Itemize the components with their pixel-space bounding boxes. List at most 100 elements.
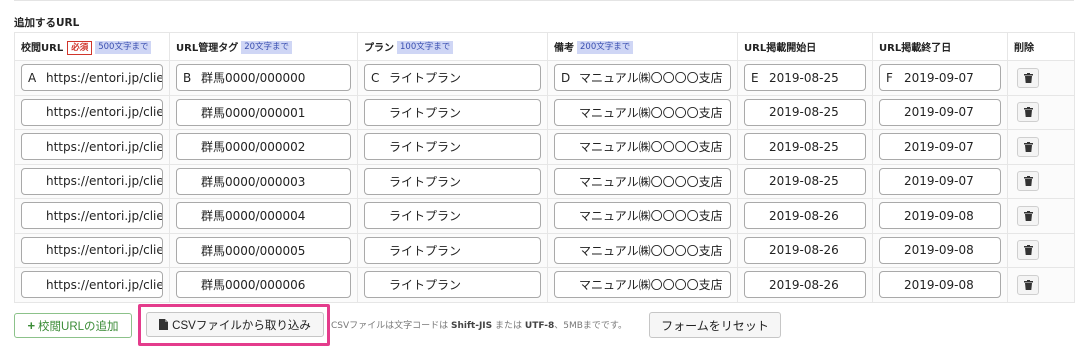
table-cell [1007, 60, 1075, 96]
note-input[interactable]: マニュアル㈱〇〇〇〇支店 [554, 202, 731, 230]
tag-input[interactable]: 群馬0000/000002 [176, 133, 351, 161]
input-value: 2019-08-26 [769, 277, 839, 292]
limit-badge: 20文字まで [241, 41, 293, 55]
table-body: Ahttps://entori.jp/client B 群馬0000/000000 C… [14, 60, 1075, 303]
file-icon [159, 319, 169, 330]
input-value: ライトプラン [389, 209, 462, 224]
end-date-input[interactable]: 2019-09-07 [879, 167, 1001, 195]
plan-input[interactable]: ライトプラン [364, 98, 541, 126]
delete-row-button[interactable] [1017, 171, 1039, 192]
delete-row-button[interactable] [1017, 67, 1039, 88]
delete-row-button[interactable] [1017, 102, 1039, 123]
url-input[interactable]: https://entori.jp/client [21, 133, 163, 161]
table-cell: 2019-09-08 [872, 232, 1008, 268]
start-date-input[interactable]: 2019-08-25 [744, 167, 866, 195]
input-value: マニュアル㈱〇〇〇〇支店 [579, 71, 723, 86]
input-value: https://entori.jp/client [46, 139, 162, 154]
note-input[interactable]: マニュアル㈱〇〇〇〇支店 [554, 236, 731, 264]
url-input[interactable]: https://entori.jp/client [21, 271, 163, 299]
note-input[interactable]: マニュアル㈱〇〇〇〇支店 [554, 133, 731, 161]
end-date-input[interactable]: 2019-09-08 [879, 202, 1001, 230]
table-cell: https://entori.jp/client [14, 267, 170, 303]
table-cell: https://entori.jp/client [14, 163, 170, 199]
header-end-date: URL掲載終了日 [872, 32, 1008, 61]
plan-input[interactable]: ライトプラン [364, 236, 541, 264]
column-letter: D [561, 70, 571, 85]
table-cell: E 2019-08-25 [737, 60, 873, 96]
url-input[interactable]: Ahttps://entori.jp/client [21, 64, 163, 92]
input-value: https://entori.jp/client [46, 174, 162, 189]
plan-input[interactable]: ライトプラン [364, 133, 541, 161]
reset-form-button[interactable]: フォームをリセット [649, 312, 781, 338]
delete-row-button[interactable] [1017, 205, 1039, 226]
end-date-input[interactable]: F 2019-09-07 [879, 64, 1001, 92]
plan-input[interactable]: ライトプラン [364, 167, 541, 195]
end-date-input[interactable]: 2019-09-07 [879, 98, 1001, 126]
delete-row-button[interactable] [1017, 274, 1039, 295]
csv-import-button[interactable]: CSVファイルから取り込み [146, 312, 324, 337]
delete-row-button[interactable] [1017, 136, 1039, 157]
start-date-input[interactable]: E 2019-08-25 [744, 64, 866, 92]
section-title: 追加するURL [14, 17, 80, 29]
trash-icon [1023, 141, 1033, 152]
column-letter: F [886, 70, 893, 85]
plan-input[interactable]: ライトプラン [364, 271, 541, 299]
header-start-date: URL掲載開始日 [737, 32, 873, 61]
table-cell: マニュアル㈱〇〇〇〇支店 [547, 198, 738, 234]
limit-badge: 500文字まで [95, 41, 152, 54]
plan-input[interactable]: C ライトプラン [364, 64, 541, 92]
input-value: 2019-08-25 [769, 105, 839, 120]
plan-input[interactable]: ライトプラン [364, 202, 541, 230]
end-date-input[interactable]: 2019-09-07 [879, 133, 1001, 161]
table-cell [1007, 267, 1075, 303]
trash-icon [1023, 279, 1033, 290]
table-cell: ライトプラン [357, 163, 548, 199]
table-cell: 2019-09-08 [872, 267, 1008, 303]
start-date-input[interactable]: 2019-08-25 [744, 133, 866, 161]
input-value: 2019-09-07 [904, 70, 974, 85]
tag-input[interactable]: 群馬0000/000003 [176, 167, 351, 195]
url-input[interactable]: https://entori.jp/client [21, 202, 163, 230]
end-date-input[interactable]: 2019-09-08 [879, 271, 1001, 299]
input-value: ライトプラン [389, 174, 462, 189]
input-value: https://entori.jp/client [46, 70, 162, 85]
start-date-input[interactable]: 2019-08-25 [744, 98, 866, 126]
table-cell: 2019-09-08 [872, 198, 1008, 234]
url-input[interactable]: https://entori.jp/client [21, 98, 163, 126]
table-cell: 2019-08-26 [737, 232, 873, 268]
table-row: https://entori.jp/client 群馬0000/000004 ライト… [14, 198, 1075, 234]
column-letter: C [371, 70, 380, 85]
tag-input[interactable]: 群馬0000/000001 [176, 98, 351, 126]
input-value: ライトプラン [389, 278, 462, 293]
start-date-input[interactable]: 2019-08-26 [744, 202, 866, 230]
tag-input[interactable]: 群馬0000/000004 [176, 202, 351, 230]
column-letter: E [751, 70, 759, 85]
top-divider [14, 0, 1074, 1]
table-cell: 2019-08-25 [737, 163, 873, 199]
note-input[interactable]: D マニュアル㈱〇〇〇〇支店 [554, 64, 731, 92]
tag-input[interactable]: 群馬0000/000005 [176, 236, 351, 264]
header-tag: URL管理タグ 20文字まで [169, 32, 358, 61]
tag-input[interactable]: B 群馬0000/000000 [176, 64, 351, 92]
input-value: 群馬0000/000003 [201, 174, 306, 189]
end-date-input[interactable]: 2019-09-08 [879, 236, 1001, 264]
input-value: https://entori.jp/client [46, 277, 162, 292]
note-input[interactable]: マニュアル㈱〇〇〇〇支店 [554, 271, 731, 299]
table-cell: 群馬0000/000005 [169, 232, 358, 268]
add-url-button[interactable]: + 校閲URLの追加 [14, 313, 132, 338]
trash-icon [1023, 210, 1033, 221]
plus-icon: + [27, 318, 36, 333]
delete-row-button[interactable] [1017, 240, 1039, 261]
note-input[interactable]: マニュアル㈱〇〇〇〇支店 [554, 167, 731, 195]
note-input[interactable]: マニュアル㈱〇〇〇〇支店 [554, 98, 731, 126]
input-value: マニュアル㈱〇〇〇〇支店 [579, 209, 723, 224]
start-date-input[interactable]: 2019-08-26 [744, 271, 866, 299]
url-input[interactable]: https://entori.jp/client [21, 167, 163, 195]
tag-input[interactable]: 群馬0000/000006 [176, 271, 351, 299]
input-value: マニュアル㈱〇〇〇〇支店 [579, 140, 723, 155]
table-cell [1007, 232, 1075, 268]
start-date-input[interactable]: 2019-08-26 [744, 236, 866, 264]
input-value: 2019-08-26 [769, 243, 839, 258]
url-input[interactable]: https://entori.jp/client [21, 236, 163, 264]
table-cell: 2019-08-26 [737, 267, 873, 303]
